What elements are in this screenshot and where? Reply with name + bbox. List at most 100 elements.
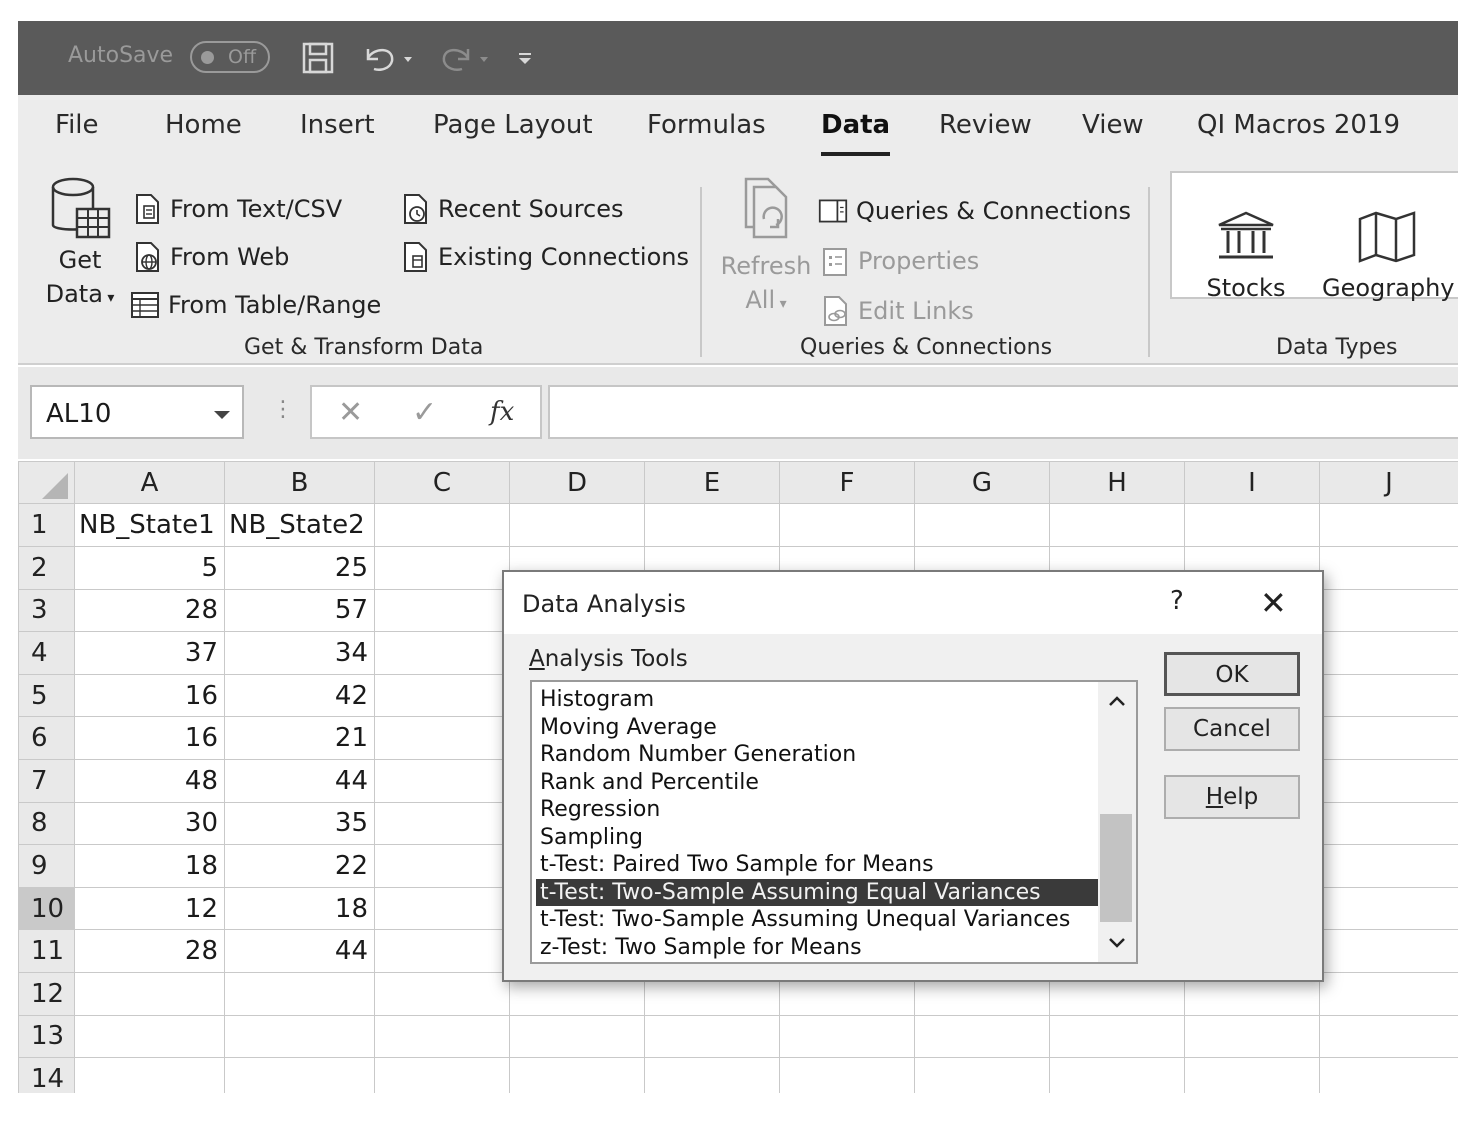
list-item[interactable]: Random Number Generation [536,741,1100,769]
column-header[interactable]: H [1049,460,1185,505]
name-box[interactable]: AL10 [30,385,244,439]
cell[interactable] [509,1014,645,1059]
cell[interactable] [1319,886,1458,931]
row-header[interactable]: 11 [18,929,75,973]
scroll-down-icon[interactable] [1098,926,1136,960]
insert-function-icon[interactable]: fx [490,397,514,427]
row-header[interactable]: 9 [18,844,75,888]
customize-qat-icon[interactable] [512,39,538,77]
cell[interactable] [1319,716,1458,760]
column-header[interactable]: A [74,460,225,505]
cell[interactable] [914,1057,1050,1093]
column-header[interactable]: D [509,460,645,505]
cell[interactable] [1319,631,1458,675]
row-header[interactable]: 6 [18,716,75,760]
ok-button[interactable]: OK [1164,652,1300,696]
column-header[interactable]: B [224,460,375,505]
cell[interactable] [779,1014,915,1059]
list-item[interactable]: Moving Average [536,714,1100,742]
tab-view[interactable]: View [1082,110,1144,140]
cell-a-3[interactable]: 28 [74,588,225,633]
cell[interactable] [1319,545,1458,590]
cell[interactable] [509,1057,645,1093]
cell[interactable] [374,588,510,633]
cell[interactable] [1049,1014,1185,1059]
geography-button[interactable]: Geography [1322,209,1455,305]
tab-qi-macros[interactable]: QI Macros 2019 [1197,110,1400,140]
row-header[interactable]: 14 [18,1057,75,1093]
list-item[interactable]: t-Test: Paired Two Sample for Means [536,851,1100,879]
cell-b-13[interactable] [224,1014,375,1059]
row-header[interactable]: 5 [18,673,75,718]
cell-a-8[interactable]: 30 [74,801,225,846]
row-header[interactable]: 4 [18,631,75,675]
cell-b-1[interactable]: NB_State2 [224,503,375,547]
analysis-tools-list[interactable]: Histogram Moving Average Random Number Gen… [530,680,1138,964]
cell[interactable] [374,716,510,760]
column-header[interactable]: I [1184,460,1320,505]
edit-links-button[interactable]: Edit Links [820,295,974,327]
stocks-button[interactable]: Stocks [1198,209,1294,305]
cell[interactable] [1319,801,1458,846]
list-item[interactable]: Sampling [536,824,1100,852]
cell-b-11[interactable]: 44 [224,929,375,973]
refresh-all-button[interactable]: Refresh All ▾ [718,175,814,321]
cell-b-6[interactable]: 21 [224,716,375,760]
cell[interactable] [1319,844,1458,888]
cell-a-6[interactable]: 16 [74,716,225,760]
cell[interactable] [1319,929,1458,973]
cell-a-2[interactable]: 5 [74,545,225,590]
cell-a-7[interactable]: 48 [74,758,225,803]
cell[interactable] [374,545,510,590]
tab-page-layout[interactable]: Page Layout [433,110,593,140]
cell[interactable] [914,1014,1050,1059]
tab-data[interactable]: Data [821,110,891,156]
cell-b-8[interactable]: 35 [224,801,375,846]
cell-b-3[interactable]: 57 [224,588,375,633]
cell-b-7[interactable]: 44 [224,758,375,803]
cell-b-12[interactable] [224,972,375,1016]
column-header[interactable]: C [374,460,510,505]
row-header[interactable]: 10 [18,886,75,931]
cell[interactable] [374,1057,510,1093]
cell[interactable] [1319,673,1458,718]
cell[interactable] [1319,758,1458,803]
cell[interactable] [914,503,1050,547]
cell[interactable] [1319,588,1458,633]
list-item[interactable]: Histogram [536,686,1100,714]
cell[interactable] [644,1014,780,1059]
cell-a-1[interactable]: NB_State1 [74,503,225,547]
cell-b-5[interactable]: 42 [224,673,375,718]
cell[interactable] [1319,1057,1458,1093]
get-data-button[interactable]: Get Data ▾ [42,175,118,315]
row-header[interactable]: 1 [18,503,75,547]
autosave-toggle[interactable]: Off [190,41,270,73]
cell-a-13[interactable] [74,1014,225,1059]
column-header[interactable]: J [1319,460,1458,505]
cell[interactable] [374,1014,510,1059]
cell[interactable] [1049,503,1185,547]
tab-formulas[interactable]: Formulas [647,110,766,140]
cell[interactable] [374,801,510,846]
cell[interactable] [374,673,510,718]
cell-a-12[interactable] [74,972,225,1016]
scrollbar-thumb[interactable] [1100,814,1132,922]
help-icon[interactable]: ? [1170,586,1184,616]
row-header[interactable]: 7 [18,758,75,803]
queries-connections-button[interactable]: Queries & Connections [818,195,1131,227]
cell-a-4[interactable]: 37 [74,631,225,675]
cell-a-9[interactable]: 18 [74,844,225,888]
cell[interactable] [779,503,915,547]
cell[interactable] [509,503,645,547]
from-web-button[interactable]: From Web [132,241,289,273]
cell[interactable] [1184,1057,1320,1093]
cell[interactable] [1319,503,1458,547]
cell[interactable] [374,758,510,803]
row-header[interactable]: 2 [18,545,75,590]
close-icon[interactable]: ✕ [1260,584,1287,622]
tab-file[interactable]: File [55,110,99,140]
redo-icon[interactable] [434,39,494,77]
cell[interactable] [779,1057,915,1093]
row-header[interactable]: 13 [18,1014,75,1059]
cell[interactable] [644,1057,780,1093]
